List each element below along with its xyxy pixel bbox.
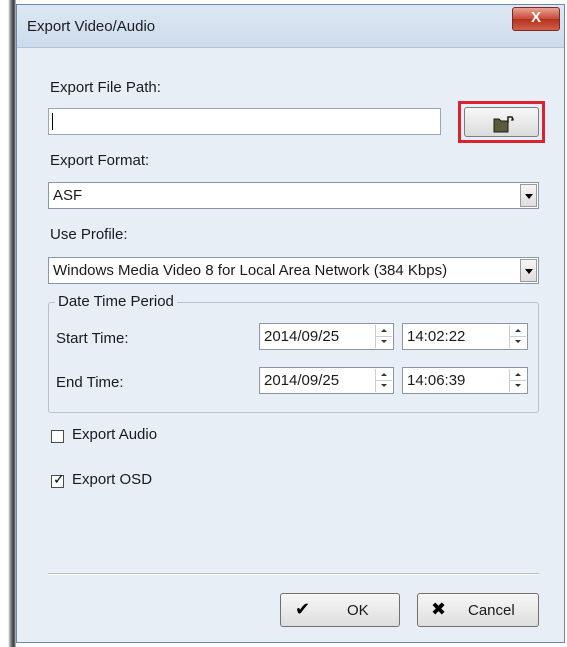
export-file-path-label: Export File Path: [50, 79, 161, 96]
export-format-label: Export Format: [50, 152, 150, 169]
checkmark-icon: ✓ [53, 472, 65, 488]
start-date-spinner[interactable]: 2014/09/25 [259, 323, 394, 350]
folder-open-icon [493, 116, 514, 133]
window-title: Export Video/Audio [27, 18, 156, 35]
export-file-path-input[interactable] [48, 108, 441, 135]
end-time-label: End Time: [56, 374, 124, 391]
end-time-spinner[interactable]: 14:06:39 [402, 367, 528, 394]
chevron-down-icon[interactable] [520, 259, 537, 282]
end-date-spin-buttons [375, 369, 392, 392]
close-button[interactable]: X [512, 7, 560, 31]
cancel-button[interactable]: ✖ Cancel [417, 593, 539, 627]
export-format-select[interactable]: ASF [48, 182, 539, 209]
end-date-spinner[interactable]: 2014/09/25 [259, 367, 394, 394]
start-date-spin-buttons [375, 325, 392, 348]
title-bar: Export Video/Audio X [17, 5, 564, 48]
chevron-down-icon[interactable] [520, 184, 537, 207]
date-time-period-group [48, 302, 539, 413]
spin-down-icon[interactable] [376, 380, 392, 391]
start-time-label: Start Time: [56, 330, 129, 347]
browse-button[interactable] [464, 107, 539, 137]
end-date-value: 2014/09/25 [264, 372, 340, 389]
ok-button-label: OK [347, 602, 369, 619]
spin-down-icon[interactable] [376, 336, 392, 347]
checkmark-icon: ✔ [295, 599, 311, 620]
export-format-value: ASF [53, 187, 83, 204]
browse-button-highlight [458, 101, 545, 143]
x-icon: ✖ [431, 599, 447, 620]
end-time-value: 14:06:39 [407, 372, 466, 389]
spin-down-icon[interactable] [510, 336, 526, 347]
date-time-period-legend: Date Time Period [55, 293, 177, 310]
start-time-spin-buttons [509, 325, 526, 348]
text-caret [52, 113, 53, 130]
start-date-value: 2014/09/25 [264, 328, 340, 345]
export-dialog: Export Video/Audio X Export File Path: E… [16, 4, 565, 643]
start-time-value: 14:02:22 [407, 328, 466, 345]
end-time-spin-buttons [509, 369, 526, 392]
export-osd-label[interactable]: Export OSD [72, 471, 152, 488]
use-profile-label: Use Profile: [50, 226, 128, 243]
ok-button[interactable]: ✔ OK [280, 593, 400, 627]
use-profile-select[interactable]: Windows Media Video 8 for Local Area Net… [48, 257, 539, 284]
export-audio-label[interactable]: Export Audio [72, 426, 157, 443]
use-profile-value: Windows Media Video 8 for Local Area Net… [53, 262, 448, 279]
export-audio-checkbox[interactable] [51, 430, 64, 443]
cancel-button-label: Cancel [468, 602, 515, 619]
background-window-edge [0, 0, 16, 647]
start-time-spinner[interactable]: 14:02:22 [402, 323, 528, 350]
close-icon: X [530, 9, 541, 26]
divider [48, 573, 539, 575]
spin-down-icon[interactable] [510, 380, 526, 391]
export-osd-checkbox[interactable]: ✓ [51, 472, 65, 488]
